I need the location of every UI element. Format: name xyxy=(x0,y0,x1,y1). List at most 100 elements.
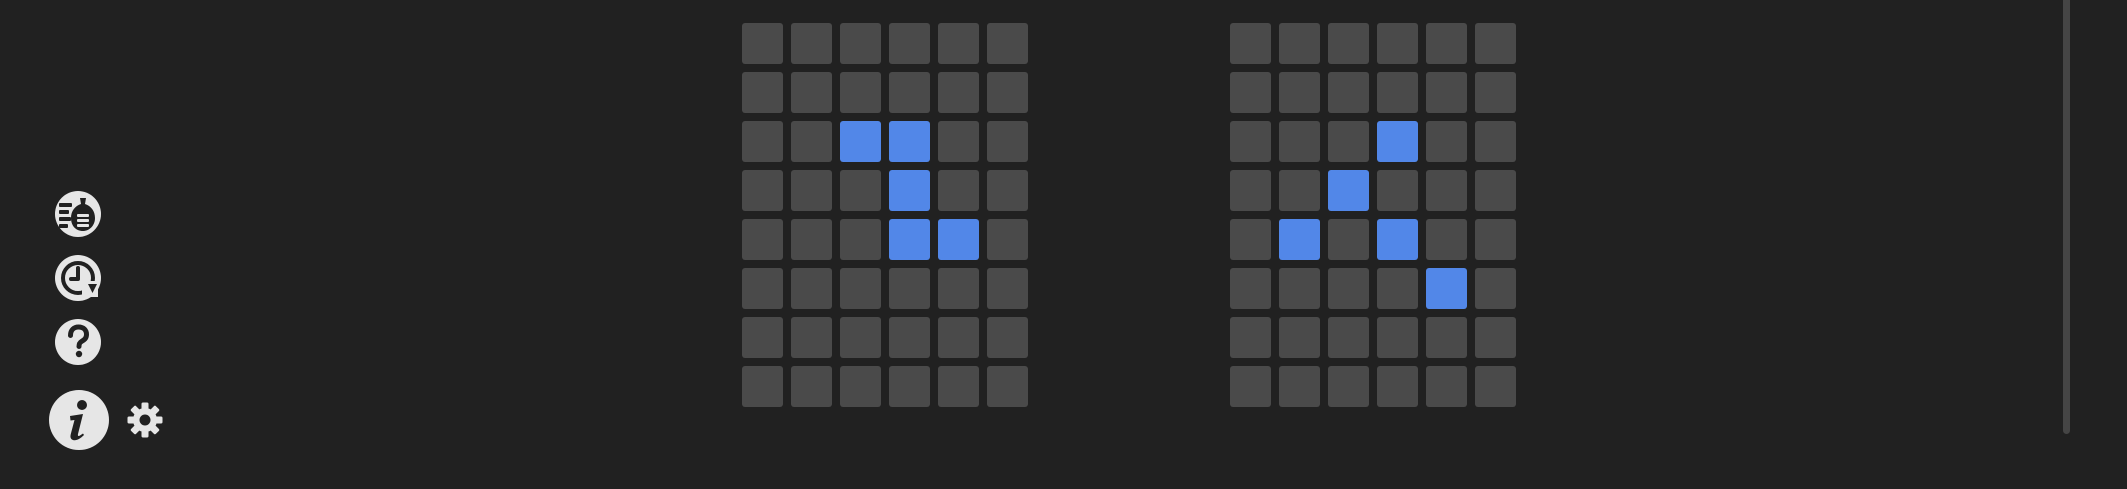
grid-cell[interactable] xyxy=(1377,268,1418,309)
grid-cell[interactable] xyxy=(938,366,979,407)
grid-cell[interactable] xyxy=(1230,366,1271,407)
grid-cell[interactable] xyxy=(1475,170,1516,211)
grid-cell[interactable] xyxy=(1426,72,1467,113)
grid-cell[interactable] xyxy=(1426,219,1467,260)
grid-cell[interactable] xyxy=(1475,219,1516,260)
grid-cell-filled[interactable] xyxy=(889,219,930,260)
grid-cell[interactable] xyxy=(791,317,832,358)
grid-cell[interactable] xyxy=(938,317,979,358)
grid-cell[interactable] xyxy=(840,366,881,407)
grid-cell[interactable] xyxy=(840,317,881,358)
grid-cell[interactable] xyxy=(987,121,1028,162)
history-icon[interactable] xyxy=(53,253,103,303)
grid-cell[interactable] xyxy=(791,72,832,113)
grid-cell-filled[interactable] xyxy=(1377,121,1418,162)
grid-cell[interactable] xyxy=(1328,121,1369,162)
grid-cell[interactable] xyxy=(791,268,832,309)
grid-cell[interactable] xyxy=(1279,268,1320,309)
grid-cell[interactable] xyxy=(791,121,832,162)
grid-cell[interactable] xyxy=(1279,170,1320,211)
grid-cell[interactable] xyxy=(987,23,1028,64)
grid-cell[interactable] xyxy=(1475,72,1516,113)
grid-cell[interactable] xyxy=(840,72,881,113)
stats-icon[interactable] xyxy=(53,189,103,239)
grid-cell[interactable] xyxy=(791,23,832,64)
grid-cell[interactable] xyxy=(1426,317,1467,358)
grid-cell[interactable] xyxy=(1230,121,1271,162)
grid-cell[interactable] xyxy=(938,170,979,211)
grid-cell[interactable] xyxy=(1426,366,1467,407)
grid-cell[interactable] xyxy=(987,170,1028,211)
grid-cell[interactable] xyxy=(1377,366,1418,407)
grid-cell-filled[interactable] xyxy=(1426,268,1467,309)
settings-icon[interactable] xyxy=(125,400,165,440)
grid-cell[interactable] xyxy=(1230,268,1271,309)
grid-cell[interactable] xyxy=(889,317,930,358)
grid-cell[interactable] xyxy=(889,23,930,64)
grid-cell[interactable] xyxy=(987,317,1028,358)
grid-cell[interactable] xyxy=(742,268,783,309)
grid-cell[interactable] xyxy=(1230,170,1271,211)
grid-cell[interactable] xyxy=(1377,23,1418,64)
grid-cell[interactable] xyxy=(987,366,1028,407)
grid-cell-filled[interactable] xyxy=(889,170,930,211)
grid-cell[interactable] xyxy=(987,72,1028,113)
grid-cell[interactable] xyxy=(1230,317,1271,358)
grid-cell[interactable] xyxy=(1426,23,1467,64)
grid-cell[interactable] xyxy=(1475,366,1516,407)
grid-cell[interactable] xyxy=(889,72,930,113)
grid-cell[interactable] xyxy=(742,317,783,358)
info-icon[interactable] xyxy=(48,389,110,451)
grid-cell[interactable] xyxy=(1426,170,1467,211)
grid-cell[interactable] xyxy=(1328,317,1369,358)
grid-cell[interactable] xyxy=(987,268,1028,309)
grid-cell[interactable] xyxy=(1328,72,1369,113)
grid-cell[interactable] xyxy=(1377,317,1418,358)
grid-cell[interactable] xyxy=(1475,121,1516,162)
grid-cell[interactable] xyxy=(1279,317,1320,358)
grid-cell[interactable] xyxy=(742,219,783,260)
grid-cell-filled[interactable] xyxy=(1377,219,1418,260)
grid-cell[interactable] xyxy=(1328,219,1369,260)
grid-cell[interactable] xyxy=(1230,219,1271,260)
grid-cell[interactable] xyxy=(1377,170,1418,211)
grid-cell[interactable] xyxy=(840,23,881,64)
grid-cell[interactable] xyxy=(840,170,881,211)
grid-cell[interactable] xyxy=(938,121,979,162)
grid-cell[interactable] xyxy=(1230,72,1271,113)
grid-cell[interactable] xyxy=(1279,121,1320,162)
grid-cell[interactable] xyxy=(1475,268,1516,309)
grid-cell[interactable] xyxy=(889,268,930,309)
grid-cell[interactable] xyxy=(1377,72,1418,113)
grid-cell[interactable] xyxy=(938,23,979,64)
grid-cell[interactable] xyxy=(1475,23,1516,64)
grid-cell[interactable] xyxy=(742,121,783,162)
grid-cell[interactable] xyxy=(791,366,832,407)
grid-cell[interactable] xyxy=(987,219,1028,260)
grid-cell[interactable] xyxy=(840,219,881,260)
grid-cell-filled[interactable] xyxy=(889,121,930,162)
grid-cell[interactable] xyxy=(1279,23,1320,64)
scrollbar[interactable] xyxy=(2063,0,2070,434)
grid-cell-filled[interactable] xyxy=(1328,170,1369,211)
grid-cell[interactable] xyxy=(1475,317,1516,358)
grid-cell[interactable] xyxy=(1230,23,1271,64)
grid-cell-filled[interactable] xyxy=(840,121,881,162)
grid-cell[interactable] xyxy=(742,170,783,211)
grid-cell[interactable] xyxy=(1328,366,1369,407)
grid-cell[interactable] xyxy=(791,170,832,211)
grid-cell[interactable] xyxy=(742,366,783,407)
grid-cell[interactable] xyxy=(1279,366,1320,407)
grid-cell[interactable] xyxy=(742,23,783,64)
grid-cell[interactable] xyxy=(1328,268,1369,309)
grid-cell[interactable] xyxy=(938,72,979,113)
grid-cell[interactable] xyxy=(1426,121,1467,162)
grid-cell-filled[interactable] xyxy=(938,219,979,260)
grid-cell[interactable] xyxy=(840,268,881,309)
grid-cell[interactable] xyxy=(1328,23,1369,64)
help-icon[interactable] xyxy=(53,317,103,367)
grid-cell[interactable] xyxy=(1279,72,1320,113)
grid-cell-filled[interactable] xyxy=(1279,219,1320,260)
grid-cell[interactable] xyxy=(742,72,783,113)
grid-cell[interactable] xyxy=(938,268,979,309)
